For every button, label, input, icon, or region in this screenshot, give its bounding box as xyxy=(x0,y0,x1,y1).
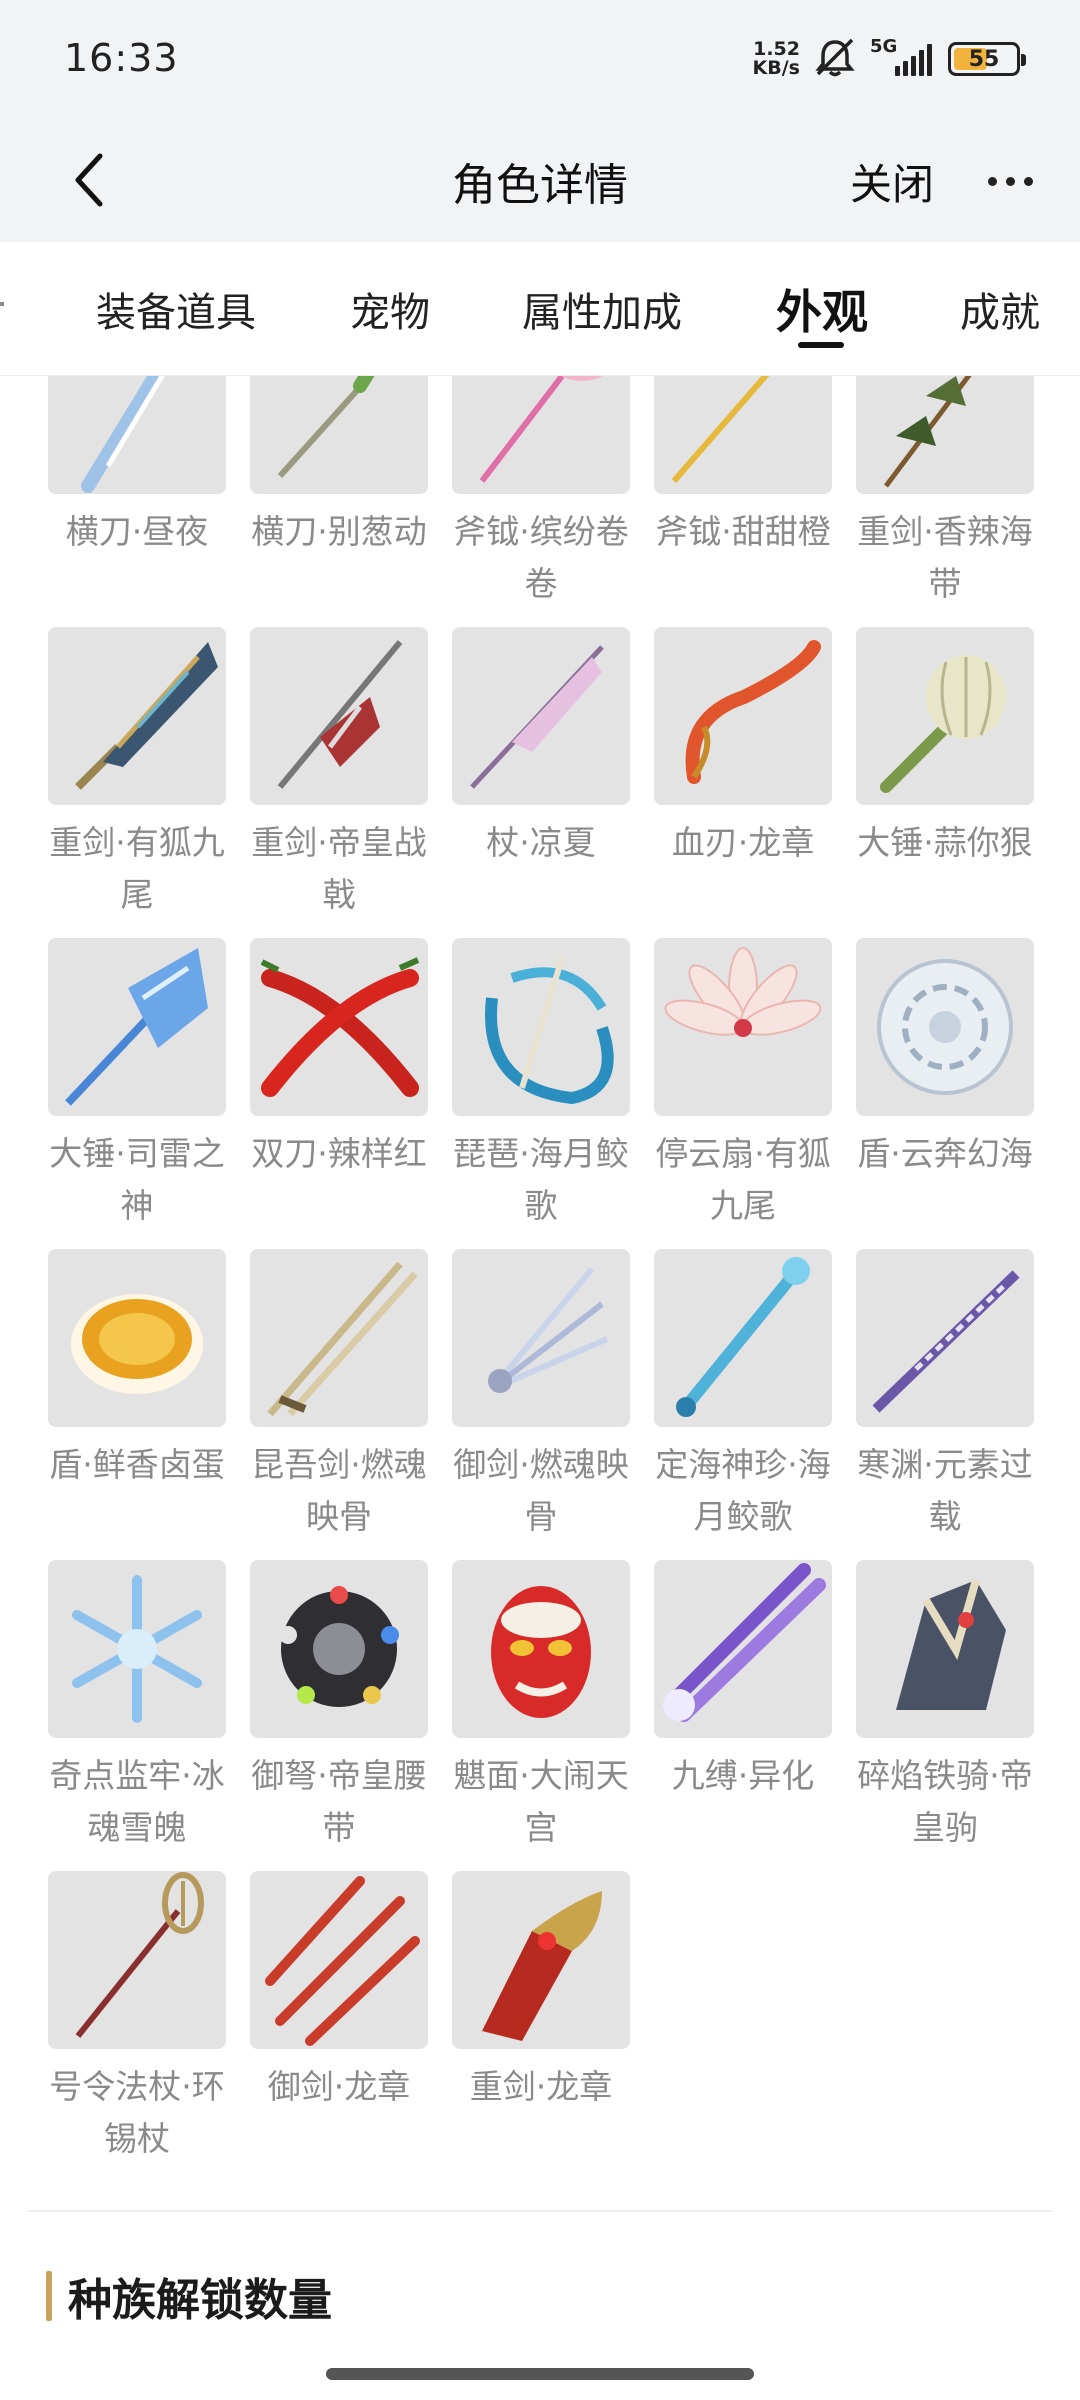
appearance-item-label: 琵琶·海月鲛歌 xyxy=(453,1134,629,1225)
appearance-grid: 横刀·昼夜 横刀·别葱动 斧钺·缤纷卷卷 斧钺·甜甜橙 重剑·香辣海带 重剑·有狐九尾 重剑… xyxy=(0,376,1080,2196)
element-lance-icon xyxy=(856,1249,1034,1427)
tab-bar: 装备道具 宠物 属性加成 外观 成就 xyxy=(0,242,1080,376)
section-divider xyxy=(28,2210,1052,2212)
appearance-item-label: 碎焰铁骑·帝皇驹 xyxy=(857,1756,1033,1847)
more-dot-icon xyxy=(1005,176,1015,186)
tab-equipment[interactable]: 装备道具 xyxy=(96,280,256,338)
appearance-item-label: 重剑·香辣海带 xyxy=(857,512,1033,603)
appearance-item-label: 大锤·司雷之神 xyxy=(49,1134,225,1225)
egg-shield-icon xyxy=(48,1249,226,1427)
appearance-item-label: 横刀·昼夜 xyxy=(65,512,209,551)
home-indicator[interactable] xyxy=(326,2368,754,2380)
tab-attribute-bonus[interactable]: 属性加成 xyxy=(522,280,682,338)
section-header: 种族解锁数量 xyxy=(46,2268,332,2326)
net-speed: 1.52 KB/s xyxy=(753,40,800,78)
lollipop-axe-icon xyxy=(452,376,630,494)
appearance-item-label: 双刀·辣样红 xyxy=(251,1134,427,1173)
network-type: 5G xyxy=(870,36,898,57)
section-title: 种族解锁数量 xyxy=(68,2275,332,2326)
close-button[interactable]: 关闭 xyxy=(850,148,934,214)
appearance-item-label: 盾·云奔幻海 xyxy=(857,1134,1033,1173)
snowflake-icon xyxy=(48,1560,226,1738)
appearance-item-label: 昆吾剑·燃魂映骨 xyxy=(251,1445,427,1536)
emperor-belt-icon xyxy=(250,1560,428,1738)
flying-swords-icon xyxy=(452,1249,630,1427)
appearance-item-label: 停云扇·有狐九尾 xyxy=(655,1134,831,1225)
parasol-staff-icon xyxy=(452,627,630,805)
tab-overflow-indicator xyxy=(0,302,4,306)
dragon-flying-swords-icon xyxy=(250,1871,428,2049)
emperor-steed-icon xyxy=(856,1560,1034,1738)
appearance-item-label: 奇点监牢·冰魂雪魄 xyxy=(49,1756,225,1847)
status-icons: 1.52 KB/s 5G 55 xyxy=(753,34,1026,84)
purple-claws-icon xyxy=(654,1560,832,1738)
status-time: 16:33 xyxy=(64,36,179,80)
twin-swords-icon xyxy=(250,1249,428,1427)
emperor-halberd-icon xyxy=(250,627,428,805)
appearance-item-label: 大锤·蒜你狠 xyxy=(857,823,1033,862)
dragon-blade-icon xyxy=(654,627,832,805)
cloud-shield-icon xyxy=(856,938,1034,1116)
monk-staff-icon xyxy=(48,1871,226,2049)
back-button[interactable] xyxy=(50,140,130,220)
thunder-hammer-icon xyxy=(48,938,226,1116)
dragon-greatsword-icon xyxy=(452,1871,630,2049)
tab-achievements[interactable]: 成就 xyxy=(960,280,1040,338)
tab-pets[interactable]: 宠物 xyxy=(350,280,430,338)
fox-greatsword-icon xyxy=(48,627,226,805)
scallion-blade-icon xyxy=(250,376,428,494)
orange-axe-icon xyxy=(654,376,832,494)
appearance-item-label: 定海神珍·海月鲛歌 xyxy=(655,1445,831,1536)
blade-icon xyxy=(48,376,226,494)
lotus-fan-icon xyxy=(654,938,832,1116)
appearance-item-label: 御剑·龙章 xyxy=(267,2067,411,2106)
appearance-item-label: 杖·凉夏 xyxy=(486,823,596,862)
chili-dual-blades-icon xyxy=(250,938,428,1116)
appearance-item-label: 重剑·龙章 xyxy=(469,2067,613,2106)
tab-appearance[interactable]: 外观 xyxy=(776,276,868,342)
battery-icon: 55 xyxy=(948,42,1026,76)
appearance-item-label: 御剑·燃魂映骨 xyxy=(453,1445,629,1536)
signal-5g-icon: 5G xyxy=(870,36,934,76)
garlic-hammer-icon xyxy=(856,627,1034,805)
appearance-item-label: 重剑·有狐九尾 xyxy=(49,823,225,914)
appearance-item-label: 斧钺·缤纷卷卷 xyxy=(453,512,629,603)
appearance-item-label: 号令法杖·环锡杖 xyxy=(49,2067,225,2158)
section-accent-bar xyxy=(46,2271,52,2321)
appearance-item-label: 寒渊·元素过载 xyxy=(857,1445,1033,1536)
chevron-left-icon xyxy=(75,153,103,207)
more-dot-icon xyxy=(987,176,997,186)
pipa-icon xyxy=(452,938,630,1116)
active-tab-indicator xyxy=(798,342,844,348)
kelp-skewer-icon xyxy=(856,376,1034,494)
appearance-item-label: 盾·鲜香卤蛋 xyxy=(49,1445,225,1484)
sea-staff-icon xyxy=(654,1249,832,1427)
appearance-item-label: 九缚·异化 xyxy=(671,1756,815,1795)
nav-bar: 角色详情 关闭 xyxy=(0,120,1080,242)
appearance-item-label: 血刃·龙章 xyxy=(671,823,815,862)
battery-level: 55 xyxy=(968,46,1000,72)
status-bar: 16:33 1.52 KB/s 5G 55 xyxy=(0,0,1080,120)
appearance-item-label: 斧钺·甜甜橙 xyxy=(655,512,831,551)
appearance-item-label: 重剑·帝皇战戟 xyxy=(251,823,427,914)
more-dot-icon xyxy=(1023,176,1033,186)
alarm-off-icon xyxy=(814,36,856,82)
appearance-item-label: 御弩·帝皇腰带 xyxy=(251,1756,427,1847)
more-options-button[interactable] xyxy=(970,148,1050,214)
net-speed-unit: KB/s xyxy=(752,57,800,79)
appearance-item-label: 横刀·别葱动 xyxy=(251,512,427,551)
monkey-mask-icon xyxy=(452,1560,630,1738)
appearance-item-label: 魌面·大闹天宫 xyxy=(453,1756,629,1847)
